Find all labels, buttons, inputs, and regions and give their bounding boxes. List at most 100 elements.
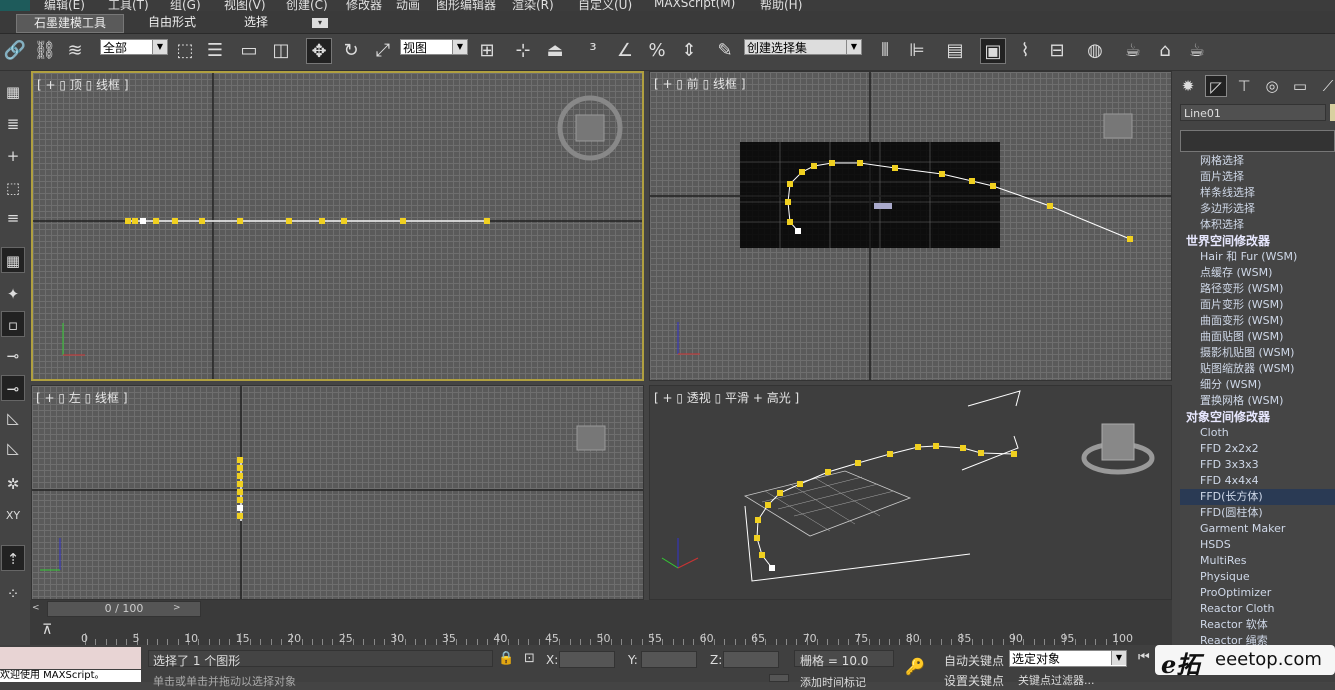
- object-name-field[interactable]: Line01: [1180, 104, 1326, 121]
- rect-selection-icon[interactable]: ▭: [236, 38, 262, 64]
- keyboard-shortcut-icon[interactable]: ⏏: [542, 38, 568, 64]
- selected-object-dropdown[interactable]: 选定对象 ▼: [1009, 650, 1127, 667]
- menu-modifiers[interactable]: 修改器: [346, 0, 382, 11]
- pivot-center-icon[interactable]: ⊞: [474, 38, 500, 64]
- maxscript-listener[interactable]: [0, 647, 141, 669]
- menu-views[interactable]: 视图(V): [224, 0, 266, 11]
- menu-tools[interactable]: 工具(T): [108, 0, 149, 11]
- menu-group[interactable]: 组(G): [170, 0, 201, 11]
- menu-customize[interactable]: 自定义(U): [578, 0, 632, 11]
- modifier-category-header[interactable]: 对象空间修改器: [1180, 409, 1335, 425]
- modify-tab-icon[interactable]: ◸: [1205, 75, 1227, 97]
- tool-icon-2[interactable]: ≣: [1, 111, 25, 137]
- key-filters-button[interactable]: 关键点过滤器...: [1018, 672, 1095, 688]
- select-by-name-icon[interactable]: ☰: [202, 38, 228, 64]
- menu-animation[interactable]: 动画: [396, 0, 420, 11]
- x-coord-field[interactable]: [559, 651, 615, 668]
- modifier-list-item[interactable]: 点缓存 (WSM): [1180, 265, 1335, 281]
- viewport-perspective[interactable]: [ + ▯ 透视 ▯ 平滑 + 高光 ]: [649, 385, 1172, 600]
- tool-icon-9[interactable]: ⊸: [1, 343, 25, 369]
- time-next-icon[interactable]: >: [173, 603, 181, 613]
- time-prev-icon[interactable]: <: [32, 603, 40, 613]
- tool-icon-6[interactable]: ▦: [1, 247, 25, 273]
- tool-icon-3[interactable]: +: [1, 143, 25, 169]
- spinner-snap-icon[interactable]: ⇕: [676, 38, 702, 64]
- modifier-category-header[interactable]: 世界空间修改器: [1180, 233, 1335, 249]
- angle-snap-icon[interactable]: ∠: [612, 38, 638, 64]
- lock-selection-icon[interactable]: 🔒: [498, 651, 514, 666]
- snap-toggle-icon[interactable]: ³: [580, 38, 606, 64]
- goto-start-icon[interactable]: ⏮: [1138, 650, 1150, 665]
- modifier-list-item[interactable]: 置换网格 (WSM): [1180, 393, 1335, 409]
- add-time-tag-button[interactable]: [769, 674, 789, 682]
- viewcube-left[interactable]: [576, 425, 606, 451]
- menu-help[interactable]: 帮助(H): [760, 0, 802, 11]
- tool-icon-10[interactable]: ⊸: [1, 375, 25, 401]
- bind-spacewarp-icon[interactable]: ≋: [62, 38, 88, 64]
- menu-create[interactable]: 创建(C): [286, 0, 328, 11]
- set-key-button[interactable]: 设置关键点: [944, 672, 1004, 689]
- modifier-list-item[interactable]: Reactor 软体: [1180, 617, 1335, 633]
- render-frame-icon[interactable]: ⌂: [1152, 38, 1178, 64]
- modifier-list-item[interactable]: 样条线选择: [1180, 185, 1335, 201]
- object-color-swatch[interactable]: [1330, 104, 1335, 121]
- unlink-icon[interactable]: ⛓: [32, 38, 58, 64]
- tool-icon-14[interactable]: XY: [1, 503, 25, 529]
- mini-curve-editor-icon[interactable]: ⊼: [42, 622, 62, 638]
- modifier-list-item[interactable]: 细分 (WSM): [1180, 377, 1335, 393]
- menu-maxscript[interactable]: MAXScript(M): [654, 0, 735, 10]
- viewport-front[interactable]: [ + ▯ 前 ▯ 线框 ]: [649, 71, 1172, 381]
- tool-icon-4[interactable]: ⬚: [1, 175, 25, 201]
- maxscript-output[interactable]: 欢迎使用 MAXScript。: [0, 670, 141, 682]
- modifier-list-item[interactable]: HSDS: [1180, 537, 1335, 553]
- menu-graph-editors[interactable]: 图形编辑器: [436, 0, 496, 11]
- named-selection-dropdown[interactable]: 创建选择集 ▼: [744, 39, 862, 55]
- modifier-list-item[interactable]: MultiRes: [1180, 553, 1335, 569]
- modifier-list-item[interactable]: Hair 和 Fur (WSM): [1180, 249, 1335, 265]
- reference-coord-dropdown[interactable]: 视图 ▼: [400, 39, 468, 55]
- z-coord-field[interactable]: [723, 651, 779, 668]
- viewcube-front[interactable]: [1103, 113, 1133, 139]
- create-tab-icon[interactable]: ✹: [1177, 75, 1199, 97]
- material-editor-icon[interactable]: ◍: [1082, 38, 1108, 64]
- menu-edit[interactable]: 编辑(E): [44, 0, 85, 11]
- modifier-list-item[interactable]: FFD 3x3x3: [1180, 457, 1335, 473]
- modifier-list-item[interactable]: FFD(长方体): [1180, 489, 1335, 505]
- select-object-icon[interactable]: ⬚: [172, 38, 198, 64]
- track-bar[interactable]: 0 5 10 15 20 25 30 35 40 45 50 55 60 65 70 75 80 85 90 95 10…: [30, 617, 1172, 645]
- modifier-list-item[interactable]: Reactor Cloth: [1180, 601, 1335, 617]
- window-crossing-icon[interactable]: ◫: [268, 38, 294, 64]
- tool-icon-1[interactable]: ▦: [1, 79, 25, 105]
- modifier-list-item[interactable]: FFD 2x2x2: [1180, 441, 1335, 457]
- ribbon-toggle-button[interactable]: ▾: [312, 18, 328, 28]
- curve-editor-icon[interactable]: ⌇: [1012, 38, 1038, 64]
- modifier-list-item[interactable]: 面片选择: [1180, 169, 1335, 185]
- modifier-list-item[interactable]: FFD(圆柱体): [1180, 505, 1335, 521]
- graphite-toggle-icon[interactable]: ▣: [980, 38, 1006, 64]
- percent-snap-icon[interactable]: %: [644, 38, 670, 64]
- tool-icon-5[interactable]: ≡: [1, 205, 25, 231]
- absolute-mode-icon[interactable]: ⊡: [524, 651, 535, 666]
- modifier-list-item[interactable]: Physique: [1180, 569, 1335, 585]
- modifier-list-item[interactable]: 体积选择: [1180, 217, 1335, 233]
- add-time-tag-label[interactable]: 添加时间标记: [800, 674, 866, 690]
- modifier-list-item[interactable]: Cloth: [1180, 425, 1335, 441]
- display-tab-icon[interactable]: ▭: [1289, 75, 1311, 97]
- tool-icon-11[interactable]: ◺: [1, 405, 25, 431]
- layer-manager-icon[interactable]: ▤: [942, 38, 968, 64]
- selection-filter-dropdown[interactable]: 全部 ▼: [100, 39, 168, 55]
- scale-icon[interactable]: ⤢: [370, 38, 396, 64]
- tool-icon-15[interactable]: ⇡: [1, 545, 25, 571]
- select-manipulate-icon[interactable]: ⊹: [510, 38, 536, 64]
- link-icon[interactable]: 🔗: [2, 38, 28, 64]
- tab-graphite-modeling[interactable]: 石墨建模工具: [16, 14, 124, 33]
- modifier-list-dropdown[interactable]: [1180, 130, 1335, 152]
- modifier-list-item[interactable]: 曲面变形 (WSM): [1180, 313, 1335, 329]
- rotate-icon[interactable]: ↻: [338, 38, 364, 64]
- render-setup-icon[interactable]: ☕: [1120, 38, 1146, 64]
- modifier-list-item[interactable]: 贴图缩放器 (WSM): [1180, 361, 1335, 377]
- tool-icon-13[interactable]: ✲: [1, 471, 25, 497]
- motion-tab-icon[interactable]: ◎: [1261, 75, 1283, 97]
- modifier-list-item[interactable]: 多边形选择: [1180, 201, 1335, 217]
- viewport-left[interactable]: [ + ▯ 左 ▯ 线框 ]: [31, 385, 644, 600]
